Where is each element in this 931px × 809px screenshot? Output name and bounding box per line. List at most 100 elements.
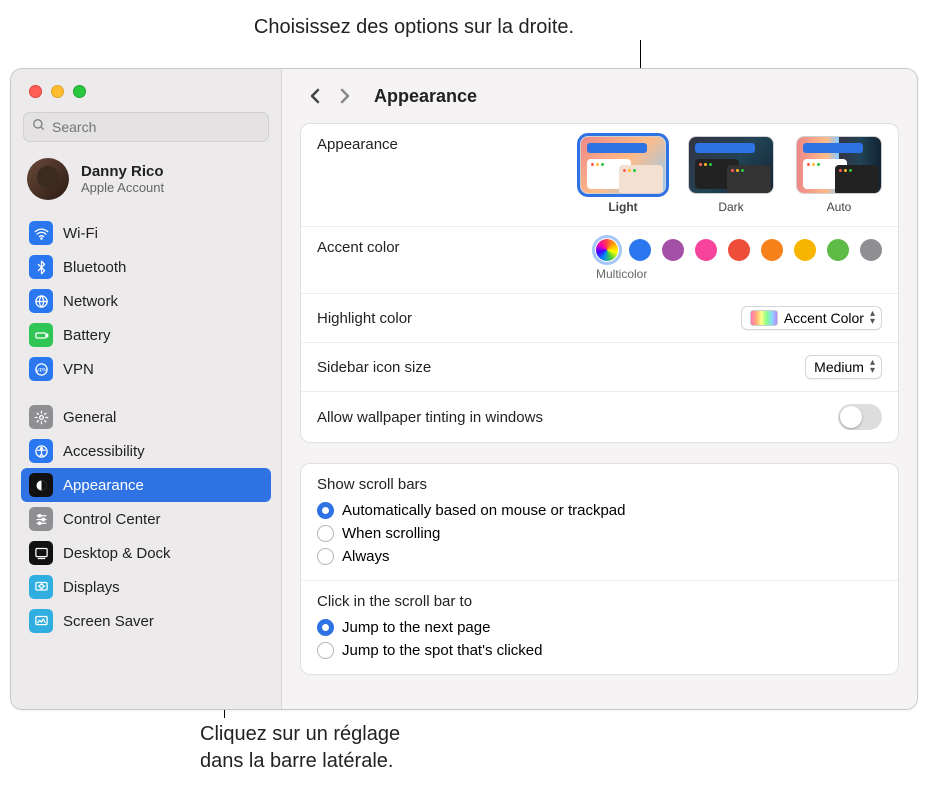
chevron-updown-icon: ▴▾ — [870, 359, 875, 375]
bluetooth-icon — [29, 255, 53, 279]
minimize-button[interactable] — [51, 85, 64, 98]
scroll-bars-header: Show scroll bars — [317, 476, 882, 493]
scroll-bars-option-2[interactable]: Always — [317, 545, 882, 568]
search-field[interactable] — [23, 112, 269, 142]
profile-row[interactable]: Danny Rico Apple Account — [11, 152, 281, 216]
theme-option-auto[interactable]: Auto — [796, 136, 882, 214]
radio-button — [317, 502, 334, 519]
sidebar-item-desktop[interactable]: Desktop & Dock — [21, 536, 271, 570]
accent-color-group — [596, 239, 882, 261]
vpn-icon: VPN — [29, 357, 53, 381]
accent-color-ee4d3a[interactable] — [728, 239, 750, 261]
theme-label: Light — [608, 200, 637, 214]
sidebar-item-general[interactable]: General — [21, 400, 271, 434]
profile-name: Danny Rico — [81, 163, 164, 180]
accent-color-a550a7[interactable] — [662, 239, 684, 261]
sidebar-item-battery[interactable]: Battery — [21, 318, 271, 352]
accent-color-f7821b[interactable] — [761, 239, 783, 261]
sidebar-item-label: Accessibility — [63, 443, 145, 460]
appearance-theme-group: Light Dark Auto — [580, 136, 882, 214]
sidebar-icon-size-popup[interactable]: Medium ▴▾ — [805, 355, 882, 379]
sidebar-item-label: Bluetooth — [63, 259, 126, 276]
profile-subtitle: Apple Account — [81, 180, 164, 195]
radio-button — [317, 548, 334, 565]
appearance-icon — [29, 473, 53, 497]
sidebar-icon-size-value: Medium — [814, 359, 864, 375]
search-input[interactable] — [52, 119, 260, 135]
wallpaper-tinting-toggle[interactable] — [838, 404, 882, 430]
annotation-bottom-l2: dans la barre latérale. — [200, 748, 400, 775]
sidebar-item-bluetooth[interactable]: Bluetooth — [21, 250, 271, 284]
sidebar-item-label: Wi-Fi — [63, 225, 98, 242]
general-icon — [29, 405, 53, 429]
back-button[interactable] — [304, 85, 326, 107]
click-scrollbar-option-0[interactable]: Jump to the next page — [317, 616, 882, 639]
appearance-label: Appearance — [317, 136, 398, 153]
page-title: Appearance — [374, 86, 477, 107]
accent-selected-name: Multicolor — [596, 267, 882, 281]
sidebar-item-appearance[interactable]: Appearance — [21, 468, 271, 502]
screensaver-icon — [29, 609, 53, 633]
forward-button[interactable] — [334, 85, 356, 107]
appearance-panel: Appearance Light Dark A — [300, 123, 899, 443]
sidebar-item-label: General — [63, 409, 116, 426]
accent-color-2b77ef[interactable] — [629, 239, 651, 261]
radio-button — [317, 525, 334, 542]
theme-option-dark[interactable]: Dark — [688, 136, 774, 214]
sidebar-item-label: VPN — [63, 361, 94, 378]
controlcenter-icon — [29, 507, 53, 531]
chevron-updown-icon: ▴▾ — [870, 310, 875, 326]
accessibility-icon — [29, 439, 53, 463]
accent-color-5dbb46[interactable] — [827, 239, 849, 261]
theme-label: Auto — [827, 200, 852, 214]
scroll-bars-option-1[interactable]: When scrolling — [317, 522, 882, 545]
sidebar-item-label: Screen Saver — [63, 613, 154, 630]
highlight-color-swatch — [750, 310, 778, 326]
avatar — [27, 158, 69, 200]
accent-color-multicolor[interactable] — [596, 239, 618, 261]
annotation-bottom: Cliquez sur un réglage dans la barre lat… — [200, 721, 400, 775]
close-button[interactable] — [29, 85, 42, 98]
sidebar-item-vpn[interactable]: VPN VPN — [21, 352, 271, 386]
sidebar-item-label: Battery — [63, 327, 111, 344]
accent-color-f7b500[interactable] — [794, 239, 816, 261]
scroll-panel: Show scroll bars Automatically based on … — [300, 463, 899, 675]
window-controls — [11, 69, 281, 106]
sidebar-item-label: Displays — [63, 579, 120, 596]
radio-label: When scrolling — [342, 525, 440, 542]
radio-label: Always — [342, 548, 390, 565]
highlight-color-popup[interactable]: Accent Color ▴▾ — [741, 306, 882, 330]
sidebar-item-network[interactable]: Network — [21, 284, 271, 318]
sidebar-item-label: Network — [63, 293, 118, 310]
main-content: Appearance Appearance Light Dark — [282, 69, 917, 709]
system-settings-window: Danny Rico Apple Account Wi-Fi Bluetooth N… — [10, 68, 918, 710]
sidebar-item-wifi[interactable]: Wi-Fi — [21, 216, 271, 250]
sidebar-item-label: Desktop & Dock — [63, 545, 171, 562]
battery-icon — [29, 323, 53, 347]
accent-color-label: Accent color — [317, 239, 400, 256]
zoom-button[interactable] — [73, 85, 86, 98]
click-scrollbar-option-1[interactable]: Jump to the spot that's clicked — [317, 639, 882, 662]
desktop-icon — [29, 541, 53, 565]
scroll-bars-option-0[interactable]: Automatically based on mouse or trackpad — [317, 499, 882, 522]
wifi-icon — [29, 221, 53, 245]
accent-color-f7439b[interactable] — [695, 239, 717, 261]
theme-option-light[interactable]: Light — [580, 136, 666, 214]
sidebar-item-controlcenter[interactable]: Control Center — [21, 502, 271, 536]
toolbar: Appearance — [282, 69, 917, 117]
highlight-color-value: Accent Color — [784, 310, 864, 326]
theme-thumbnail — [580, 136, 666, 194]
accent-color-8e8e93[interactable] — [860, 239, 882, 261]
theme-thumbnail — [688, 136, 774, 194]
svg-text:VPN: VPN — [35, 368, 47, 374]
sidebar-item-displays[interactable]: Displays — [21, 570, 271, 604]
sidebar: Danny Rico Apple Account Wi-Fi Bluetooth N… — [11, 69, 282, 709]
annotation-bottom-l1: Cliquez sur un réglage — [200, 721, 400, 748]
radio-button — [317, 619, 334, 636]
sidebar-item-accessibility[interactable]: Accessibility — [21, 434, 271, 468]
sidebar-item-screensaver[interactable]: Screen Saver — [21, 604, 271, 638]
annotation-top: Choisissez des options sur la droite. — [164, 14, 664, 41]
radio-button — [317, 642, 334, 659]
click-scrollbar-header: Click in the scroll bar to — [317, 593, 882, 610]
radio-label: Automatically based on mouse or trackpad — [342, 502, 625, 519]
